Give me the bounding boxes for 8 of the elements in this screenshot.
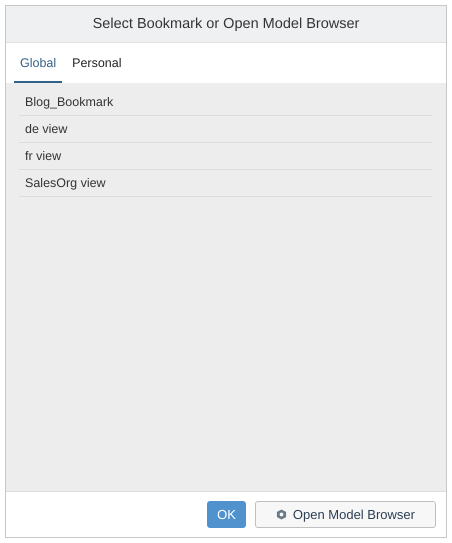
open-model-browser-button[interactable]: Open Model Browser bbox=[254, 501, 436, 528]
bookmark-item[interactable]: SalesOrg view bbox=[19, 170, 432, 197]
bookmark-item[interactable]: de view bbox=[19, 116, 432, 143]
bookmark-item[interactable]: Blog_Bookmark bbox=[19, 89, 432, 116]
tab[interactable]: Personal bbox=[66, 43, 128, 83]
bookmark-item[interactable]: fr view bbox=[19, 143, 432, 170]
tab[interactable]: Global bbox=[14, 43, 62, 83]
dialog-title: Select Bookmark or Open Model Browser bbox=[92, 16, 360, 32]
